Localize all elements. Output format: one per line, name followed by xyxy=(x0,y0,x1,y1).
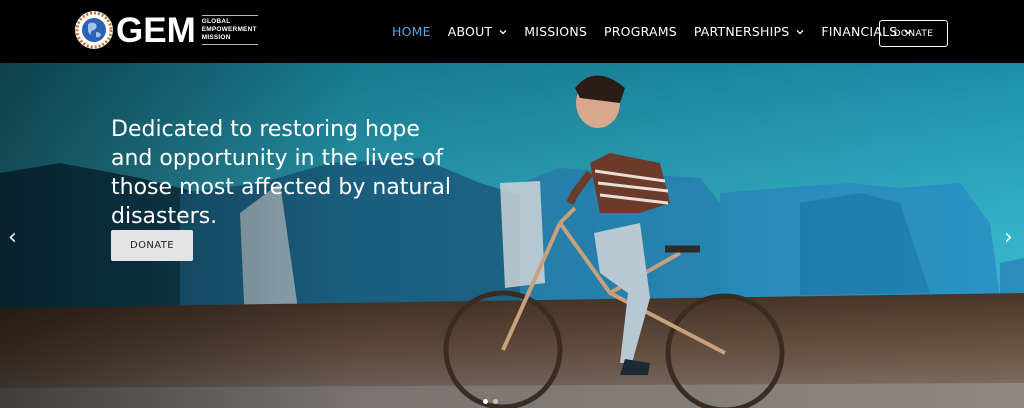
slider-dots xyxy=(483,399,503,404)
nav-item-programs[interactable]: PROGRAMS xyxy=(604,24,677,39)
chevron-down-icon xyxy=(796,29,804,34)
main-nav: HOME ABOUT MISSIONS PROGRAMS PARTNERSHIP… xyxy=(392,0,929,63)
nav-item-label: PARTNERSHIPS xyxy=(693,24,790,39)
slider-dot[interactable] xyxy=(483,399,488,404)
logo-tagline-line: EMPOWERMENT xyxy=(201,26,257,33)
logo-tagline: GLOBAL EMPOWERMENT MISSION xyxy=(201,15,258,45)
nav-item-about[interactable]: ABOUT xyxy=(448,24,508,39)
header-donate-button[interactable]: DONATE xyxy=(879,20,948,47)
chevron-right-icon[interactable]: › xyxy=(1004,225,1013,250)
site-header: GEM GLOBAL EMPOWERMENT MISSION HOME ABOU… xyxy=(0,0,1024,63)
chevron-left-icon[interactable]: ‹ xyxy=(8,225,17,250)
logo-wordmark: GEM xyxy=(116,10,196,50)
nav-item-label: MISSIONS xyxy=(524,24,588,39)
slider-dot[interactable] xyxy=(493,399,498,404)
hero-slider: Dedicated to restoring hope and opportun… xyxy=(0,63,1024,408)
hero-headline: Dedicated to restoring hope and opportun… xyxy=(111,117,451,229)
nav-item-partnerships[interactable]: PARTNERSHIPS xyxy=(694,24,805,39)
nav-item-label: HOME xyxy=(392,24,431,39)
nav-item-label: ABOUT xyxy=(447,24,493,39)
nav-item-label: PROGRAMS xyxy=(604,24,677,39)
globe-emblem-icon xyxy=(74,10,114,50)
nav-item-home[interactable]: HOME xyxy=(392,24,431,39)
nav-item-missions[interactable]: MISSIONS xyxy=(524,24,587,39)
hero-donate-button[interactable]: DONATE xyxy=(111,230,193,261)
logo-tagline-line: MISSION xyxy=(201,34,231,41)
chevron-down-icon xyxy=(499,29,507,34)
logo-tagline-line: GLOBAL xyxy=(201,18,231,25)
site-logo[interactable]: GEM GLOBAL EMPOWERMENT MISSION xyxy=(74,9,258,51)
